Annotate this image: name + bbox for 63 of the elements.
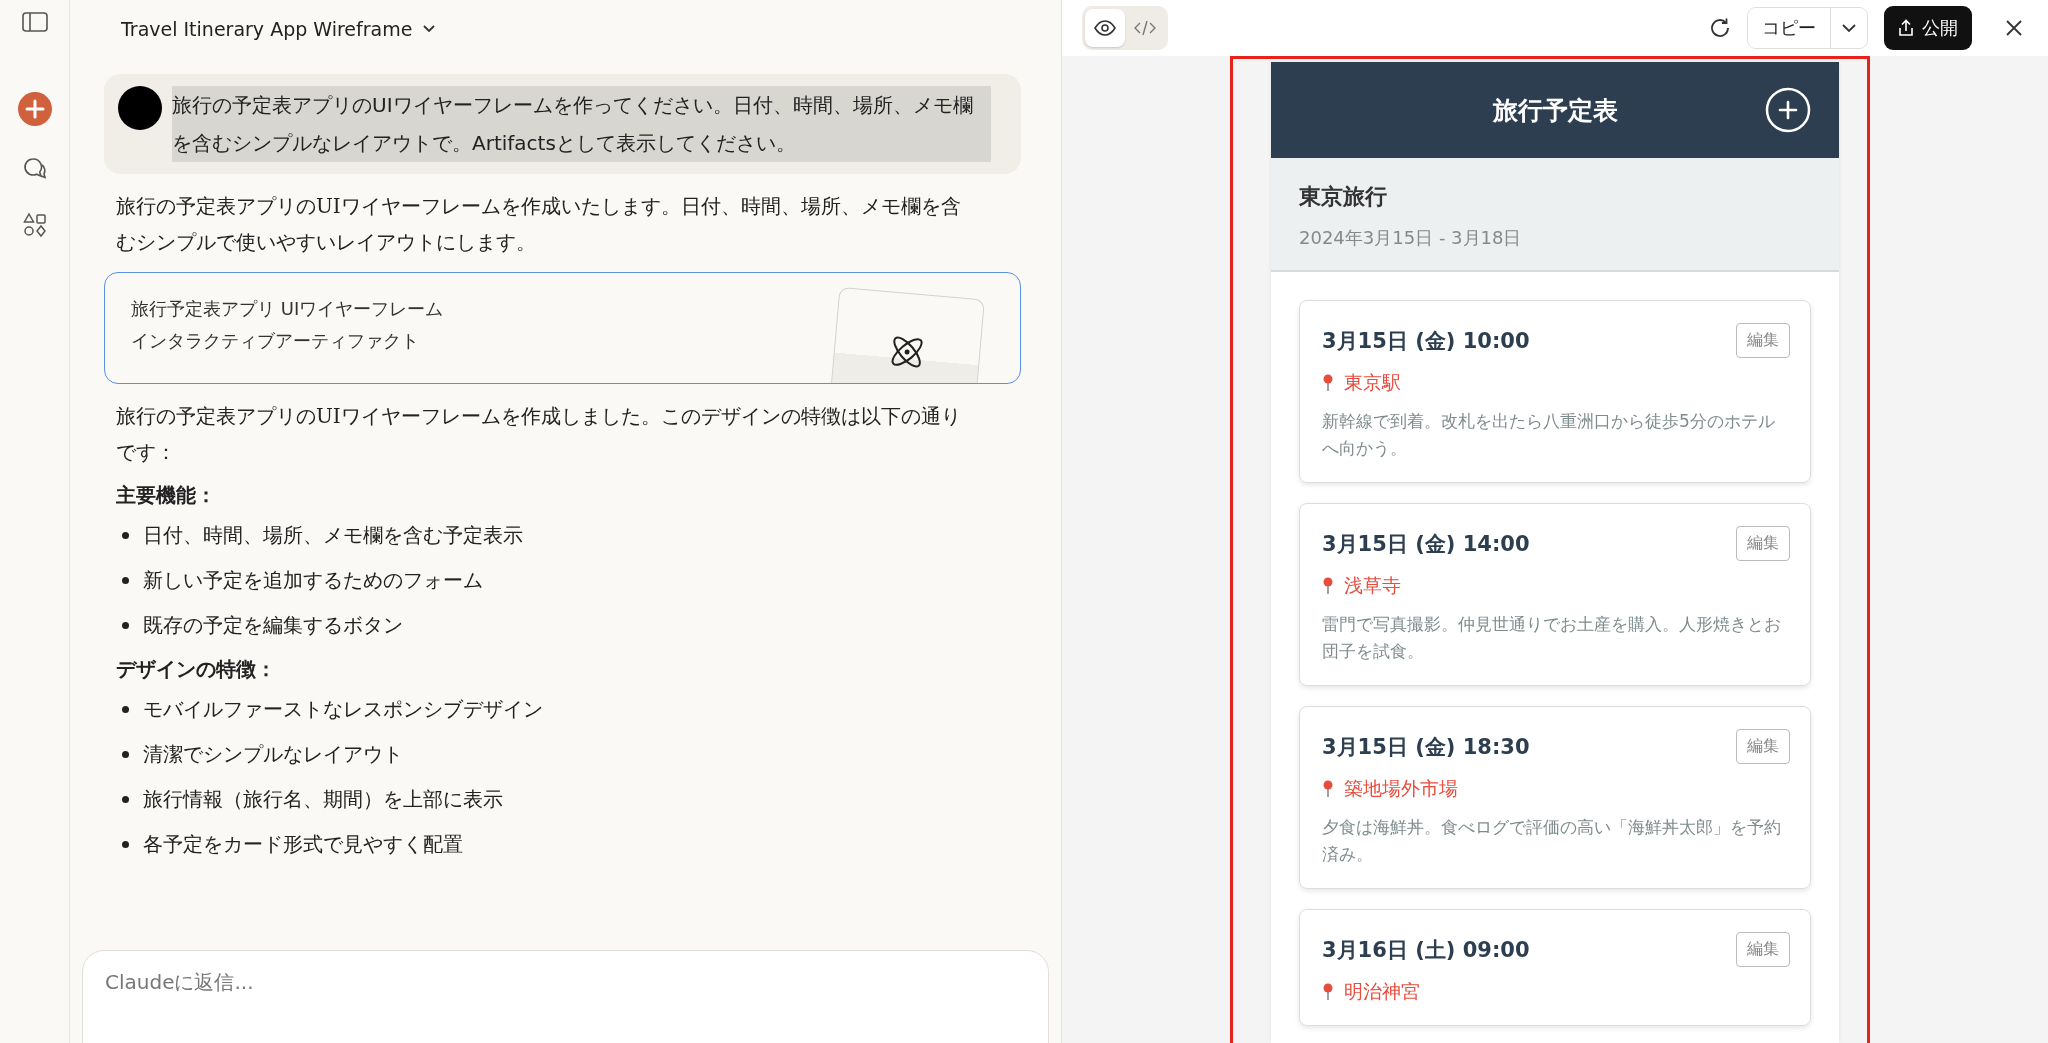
chat-title[interactable]: Travel Itinerary App Wireframe bbox=[121, 18, 413, 40]
event-location: 東京駅 bbox=[1344, 370, 1401, 395]
section-heading: デザインの特徴： bbox=[116, 656, 277, 683]
artifact-card[interactable]: 旅行予定表アプリ UIワイヤーフレーム インタラクティブアーティファクト bbox=[104, 272, 1021, 384]
list-item: 旅行情報（旅行名、期間）を上部に表示 bbox=[143, 786, 503, 813]
edit-button[interactable]: 編集 bbox=[1736, 526, 1790, 561]
reply-box[interactable]: Claudeに返信... bbox=[82, 950, 1049, 1043]
bullet-icon bbox=[122, 622, 129, 629]
list-item: 既存の予定を編集するボタン bbox=[143, 612, 403, 639]
event-location: 浅草寺 bbox=[1344, 573, 1401, 598]
bullet-icon bbox=[122, 841, 129, 848]
chevron-down-icon bbox=[1841, 23, 1857, 33]
response-paragraph: 旅行の予定表アプリのUIワイヤーフレームを作成いたします。日付、時間、場所、メモ欄を含むシンプルで使いやすいレイアウトにします。 bbox=[116, 193, 962, 256]
edit-button[interactable]: 編集 bbox=[1736, 729, 1790, 764]
list-item: 清潔でシンプルなレイアウト bbox=[143, 741, 403, 768]
event-memo: 雷門で写真撮影。仲見世通りでお土産を購入。人形焼きとお団子を試食。 bbox=[1322, 613, 1782, 663]
bullet-icon bbox=[122, 796, 129, 803]
close-icon[interactable] bbox=[2004, 18, 2024, 38]
event-memo: 夕食は海鮮丼。食べログで評価の高い「海鮮丼太郎」を予約済み。 bbox=[1322, 816, 1782, 866]
event-location: 築地場外市場 bbox=[1344, 776, 1458, 801]
pin-icon bbox=[1322, 983, 1334, 1001]
event-memo: 新幹線で到着。改札を出たら八重洲口から徒歩5分のホテルへ向かう。 bbox=[1322, 410, 1776, 460]
copy-button[interactable]: コピー bbox=[1748, 8, 1831, 48]
bullet-icon bbox=[122, 706, 129, 713]
list-item: 日付、時間、場所、メモ欄を含む予定表示 bbox=[143, 522, 523, 549]
trip-period: 2024年3月15日 - 3月18日 bbox=[1299, 226, 1523, 250]
new-chat-icon[interactable] bbox=[17, 92, 52, 126]
response-paragraph: 旅行の予定表アプリのUIワイヤーフレームを作成しました。このデザインの特徴は以下の通りです： bbox=[116, 403, 962, 466]
artifact-title: 旅行予定表アプリ UIワイヤーフレーム bbox=[131, 297, 444, 321]
eye-icon bbox=[1094, 20, 1116, 36]
code-icon bbox=[1134, 20, 1156, 36]
bullet-icon bbox=[122, 532, 129, 539]
sidebar-toggle-icon[interactable] bbox=[21, 12, 48, 32]
event-location: 明治神宮 bbox=[1344, 979, 1420, 1004]
list-item: 新しい予定を追加するためのフォーム bbox=[143, 567, 483, 594]
refresh-icon[interactable] bbox=[1709, 17, 1731, 39]
trip-name: 東京旅行 bbox=[1299, 183, 1388, 211]
publish-button[interactable]: 公開 bbox=[1884, 6, 1972, 50]
pin-icon bbox=[1322, 374, 1334, 392]
artifact-subtitle: インタラクティブアーティファクト bbox=[131, 329, 420, 353]
event-datetime: 3月16日 (土) 09:00 bbox=[1322, 936, 1530, 964]
artifacts-icon[interactable] bbox=[21, 212, 48, 238]
pin-icon bbox=[1322, 780, 1334, 798]
chats-icon[interactable] bbox=[21, 156, 48, 182]
reply-field[interactable]: Claudeに返信... bbox=[103, 969, 1032, 995]
add-icon[interactable] bbox=[1765, 87, 1811, 133]
bullet-icon bbox=[122, 577, 129, 584]
chevron-down-icon[interactable] bbox=[422, 24, 437, 34]
list-item: モバイルファーストなレスポンシブデザイン bbox=[143, 696, 543, 723]
user-avatar bbox=[118, 86, 162, 130]
event-datetime: 3月15日 (金) 18:30 bbox=[1322, 733, 1530, 761]
list-item: 各予定をカード形式で見やすく配置 bbox=[143, 831, 463, 858]
edit-button[interactable]: 編集 bbox=[1736, 932, 1790, 967]
section-heading: 主要機能： bbox=[116, 482, 217, 509]
event-datetime: 3月15日 (金) 14:00 bbox=[1322, 530, 1530, 558]
event-datetime: 3月15日 (金) 10:00 bbox=[1322, 327, 1530, 355]
bullet-icon bbox=[122, 751, 129, 758]
edit-button[interactable]: 編集 bbox=[1736, 323, 1790, 358]
user-message: 旅行の予定表アプリのUIワイヤーフレームを作ってください。日付、時間、場所、メモ欄を含むシンプルなレイアウトで。Artifactsとして表示してください。 bbox=[172, 86, 991, 162]
share-icon bbox=[1898, 19, 1914, 37]
preview-button[interactable] bbox=[1085, 9, 1125, 47]
app-title: 旅行予定表 bbox=[1492, 94, 1618, 127]
pin-icon bbox=[1322, 577, 1334, 595]
